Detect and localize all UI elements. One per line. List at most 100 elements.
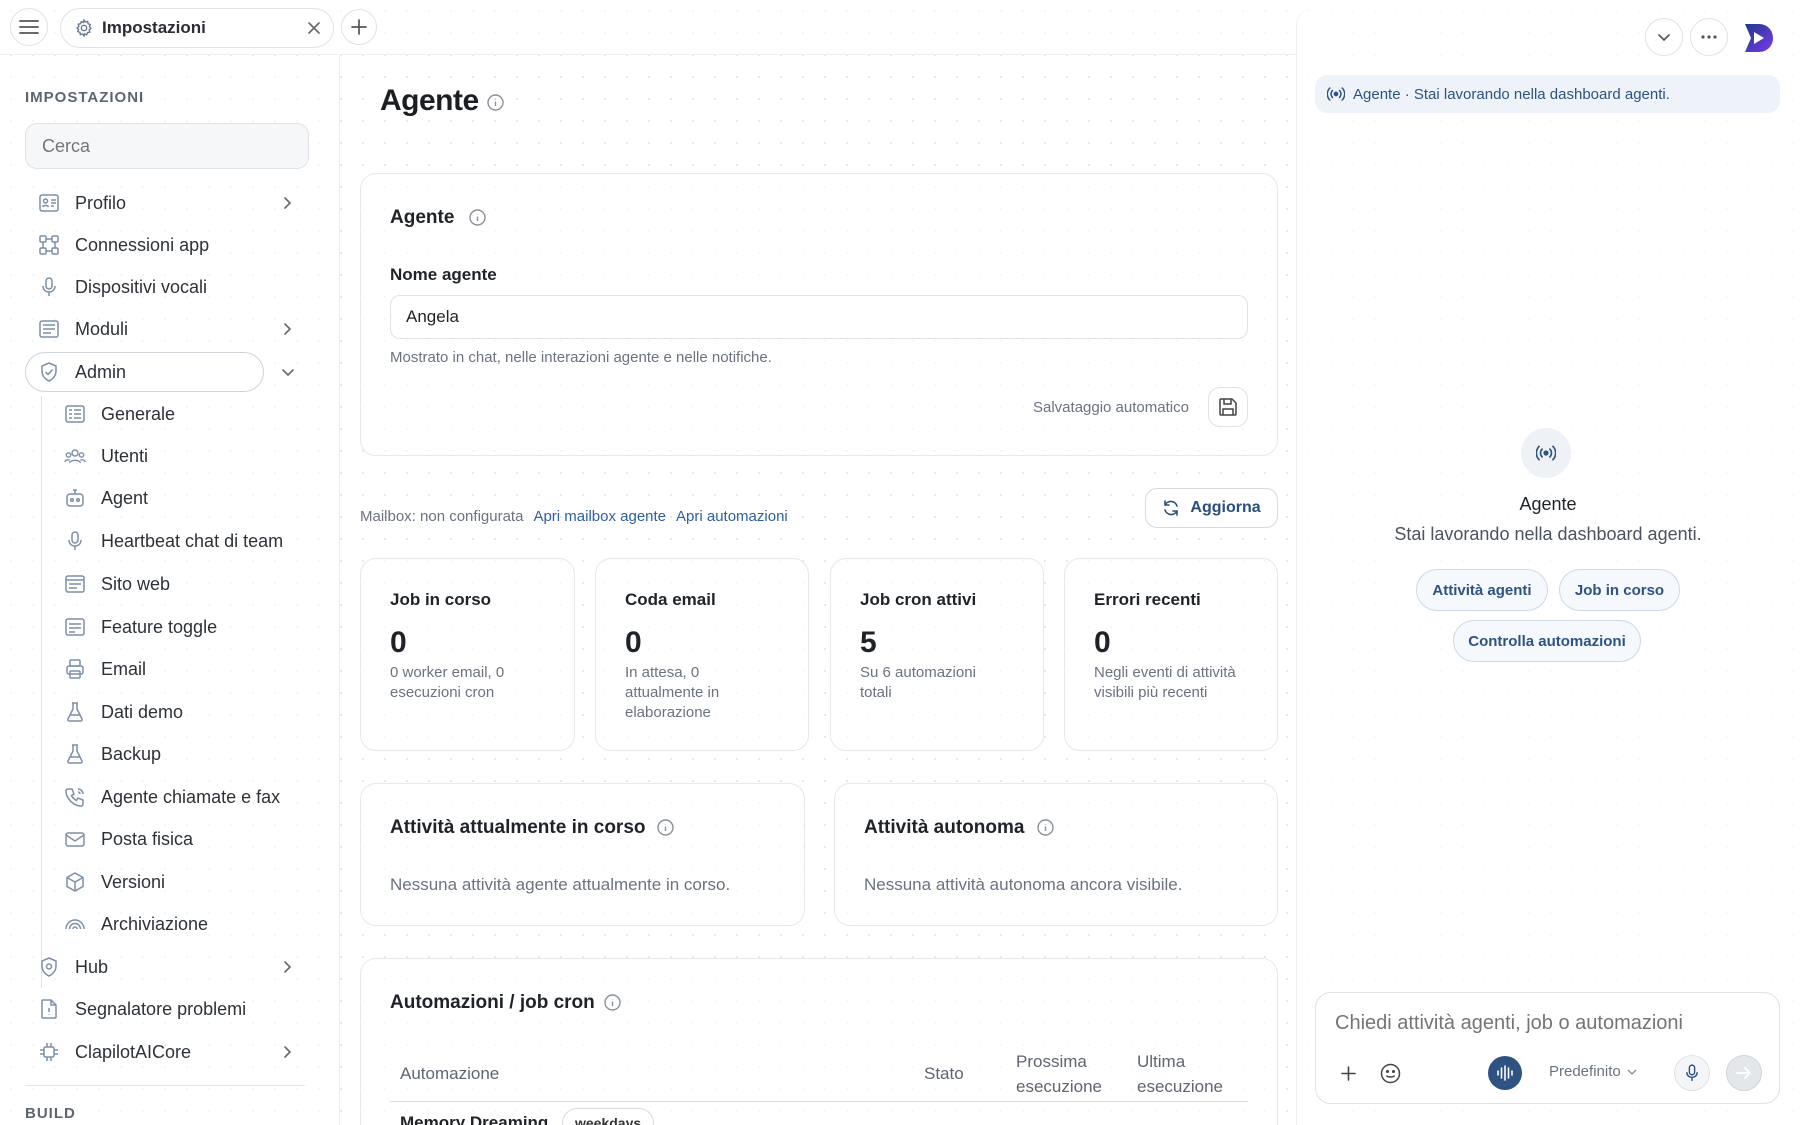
sidebar-item-archiviazione[interactable]: Archiviazione [25, 904, 208, 944]
sidebar-item-moduli[interactable]: Moduli [25, 309, 128, 349]
column-header-prossima: Prossima esecuzione [1016, 1052, 1103, 1096]
sidebar-item-label: Hub [75, 956, 109, 977]
menu-button[interactable] [10, 8, 48, 46]
info-icon[interactable] [469, 209, 486, 226]
sidebar-item-label: Dispositivi vocali [75, 276, 208, 297]
voice-mode-button[interactable] [1488, 1056, 1522, 1090]
sidebar-item-sito-web[interactable]: Sito web [25, 564, 170, 604]
list-icon [63, 402, 87, 426]
sidebar-item-utenti[interactable]: Utenti [25, 436, 148, 476]
sidebar-item-label: Dati demo [101, 701, 184, 722]
info-icon[interactable] [1037, 819, 1054, 836]
broadcast-icon [1327, 87, 1345, 101]
info-icon[interactable] [487, 94, 504, 111]
sidebar-item-generale[interactable]: Generale [25, 394, 175, 434]
sidebar-item-heartbeat[interactable]: Heartbeat chat di team [25, 521, 283, 561]
model-select-value: Predefinito [1549, 1063, 1621, 1080]
save-button[interactable] [1208, 387, 1248, 427]
page-title: Agente [380, 84, 479, 117]
search-input[interactable] [25, 123, 309, 169]
column-header-ultima: Ultima esecuzione [1137, 1052, 1224, 1096]
context-banner: Agente · Stai lavorando nella dashboard … [1315, 75, 1780, 113]
send-button[interactable] [1726, 1055, 1762, 1091]
sidebar-item-backup[interactable]: Backup [25, 734, 161, 774]
more-options-button[interactable] [1690, 18, 1728, 56]
plus-icon[interactable] [1341, 1066, 1356, 1081]
sidebar-item-label: Connessioni app [75, 234, 210, 255]
emoji-icon[interactable] [1380, 1063, 1401, 1084]
tab-settings[interactable]: Impostazioni [60, 8, 334, 48]
info-icon[interactable] [657, 819, 674, 836]
cube-icon [63, 870, 87, 894]
chevron-right-icon[interactable] [283, 196, 292, 210]
open-mailbox-link[interactable]: Apri mailbox agente [533, 508, 666, 525]
flask-icon [63, 742, 87, 766]
suggestion-chip[interactable]: Job in corso [1559, 569, 1680, 611]
autonomous-activity-empty: Nessuna attività autonoma ancora visibil… [864, 875, 1183, 894]
collapse-button[interactable] [1645, 18, 1683, 56]
app-logo-icon [1745, 24, 1773, 52]
sidebar-item-agente-chiamate[interactable]: Agente chiamate e fax [25, 777, 280, 817]
suggestion-chip[interactable]: Attività agenti [1416, 569, 1548, 611]
sidebar-item-feature-toggle[interactable]: Feature toggle [25, 607, 217, 647]
sidebar-item-admin[interactable]: Admin [25, 352, 126, 392]
sidebar-item-label: Agent [101, 487, 149, 508]
autonomous-activity-card [834, 783, 1278, 926]
sidebar-item-hub[interactable]: Hub [25, 947, 108, 987]
agent-name-field[interactable] [390, 295, 1248, 339]
document-icon [37, 997, 61, 1021]
sidebar-item-agent[interactable]: Agent [25, 478, 148, 518]
chevron-right-icon[interactable] [283, 1045, 292, 1059]
agent-name: Agente [1519, 494, 1577, 514]
sidebar-item-label: Archiviazione [101, 913, 209, 934]
mic-button[interactable] [1674, 1055, 1710, 1091]
sidebar-item-profilo[interactable]: Profilo [25, 183, 126, 223]
sidebar-item-label: Feature toggle [101, 616, 218, 637]
refresh-icon [1164, 500, 1179, 516]
sidebar-item-dispositivi-vocali[interactable]: Dispositivi vocali [25, 267, 207, 307]
current-activity-empty: Nessuna attività agente attualmente in c… [390, 875, 731, 894]
chevron-right-icon[interactable] [283, 322, 292, 336]
new-tab-button[interactable] [341, 9, 377, 45]
chat-input[interactable] [1335, 1008, 1760, 1038]
modules-icon [37, 317, 61, 341]
chevron-right-icon[interactable] [283, 960, 292, 974]
model-select[interactable]: Predefinito [1549, 1063, 1637, 1080]
chevron-down-icon[interactable] [281, 368, 295, 377]
current-activity-card [360, 783, 805, 926]
sidebar-item-label: Generale [101, 403, 176, 424]
sidebar-title: IMPOSTAZIONI [25, 89, 145, 106]
sidebar-item-label: Agente chiamate e fax [101, 786, 281, 807]
agent-name-hint: Mostrato in chat, nelle interazioni agen… [390, 349, 772, 366]
current-activity-title: Attività attualmente in corso [390, 817, 646, 838]
sidebar-item-label: Heartbeat chat di team [101, 530, 284, 551]
agent-card-title: Agente [390, 207, 455, 228]
sidebar-item-posta-fisica[interactable]: Posta fisica [25, 819, 193, 859]
table-row-name[interactable]: Memory Dreaming [400, 1113, 548, 1125]
phone-icon [63, 785, 87, 809]
mail-tray-icon [63, 827, 87, 851]
chevron-down-icon [1658, 33, 1670, 41]
sidebar-section-build: BUILD [25, 1105, 76, 1122]
sidebar-item-email[interactable]: Email [25, 649, 146, 689]
stat-description: 0 worker email, 0 esecuzioni cron [390, 664, 505, 701]
chevron-down-icon [1627, 1069, 1637, 1075]
info-icon[interactable] [604, 994, 621, 1011]
stat-value: 0 [625, 626, 642, 659]
sidebar-item-versioni[interactable]: Versioni [25, 862, 165, 902]
refresh-button[interactable]: Aggiorna [1145, 488, 1278, 528]
sidebar-item-connessioni[interactable]: Connessioni app [25, 225, 209, 265]
sidebar-item-clapilotaicore[interactable]: ClapilotAICore [25, 1032, 191, 1072]
floppy-icon [1219, 398, 1237, 416]
sidebar-item-label: Versioni [101, 871, 166, 892]
suggestion-chip[interactable]: Controlla automazioni [1453, 620, 1641, 662]
sidebar-item-dati-demo[interactable]: Dati demo [25, 692, 183, 732]
plus-icon [351, 19, 367, 35]
close-icon[interactable] [307, 21, 321, 35]
sidebar-item-segnalatore[interactable]: Segnalatore problemi [25, 989, 246, 1029]
stat-description: Negli eventi di attività visibili più re… [1094, 664, 1236, 701]
stat-title: Job cron attivi [860, 590, 977, 609]
open-automations-link[interactable]: Apri automazioni [676, 508, 788, 525]
mailbox-status-row: Mailbox: non configurata Apri mailbox ag… [360, 508, 788, 525]
waveform-icon [1497, 1065, 1513, 1081]
